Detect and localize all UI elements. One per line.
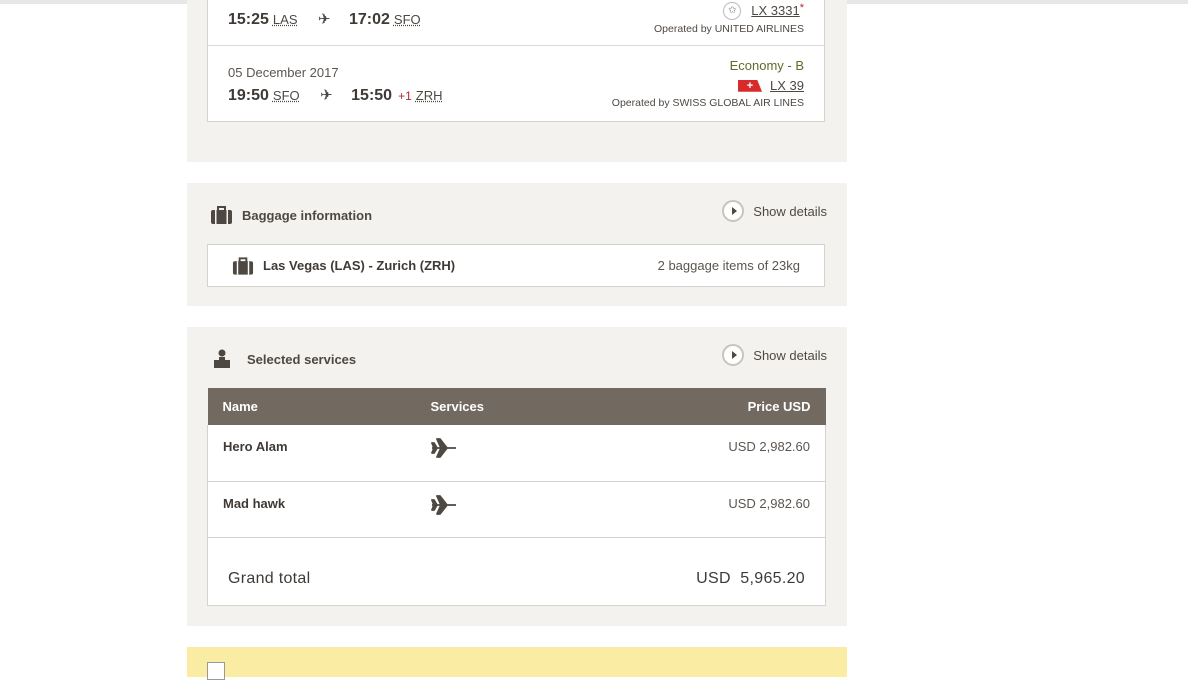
operated-by: Operated by SWISS GLOBAL AIR LINES: [611, 97, 804, 109]
price-cell: USD 2,982.60: [590, 481, 827, 538]
airplane-icon: [430, 438, 456, 458]
baggage-show-details-button[interactable]: Show details: [722, 200, 827, 222]
segment-times: 19:50 SFO ✈ 15:50 +1 ZRH: [228, 86, 442, 105]
airplane-icon: ✈: [317, 11, 331, 28]
baggage-item-box: Las Vegas (LAS) - Zurich (ZRH) 2 baggage…: [207, 244, 825, 287]
chevron-right-icon: [722, 344, 745, 366]
baggage-header: Baggage information: [210, 203, 372, 227]
segment-carrier: Economy - B + LX 39 Operated by SWISS GLO…: [612, 58, 804, 109]
departure-time: 19:50: [228, 87, 269, 104]
airplane-icon: ✈: [320, 87, 333, 104]
grand-total-label: Grand total: [228, 570, 311, 587]
services-title: Selected services: [247, 351, 357, 367]
codeshare-asterisk: *: [799, 2, 804, 14]
flight-number-link[interactable]: LX 3331: [751, 3, 799, 18]
grand-total-value: USD 5,965.20: [696, 570, 805, 587]
baggage-panel: Baggage information Show details Las Veg…: [187, 183, 847, 306]
service-cell: [415, 481, 591, 538]
services-table: Name Services Price USD Hero Alam USD 2,…: [207, 388, 827, 538]
selected-services-panel: Selected services Show details Name Serv…: [187, 327, 847, 626]
passenger-name: Hero Alam: [207, 425, 416, 482]
flight-segment-las-sfo: 15:25 LAS ✈ 17:02 SFO ✩ LX 3331* Operated b…: [208, 0, 824, 46]
arrival-airport[interactable]: ZRH: [416, 88, 443, 103]
baggage-title: Baggage information: [242, 207, 373, 223]
show-details-label: Show details: [753, 347, 827, 363]
show-details-label: Show details: [753, 203, 827, 219]
cabin-class: Economy - B: [729, 58, 804, 73]
departure-airport[interactable]: LAS: [273, 12, 298, 27]
arrival-time: 17:02: [348, 11, 390, 28]
segment-times: 15:25 LAS ✈ 17:02 SFO: [228, 10, 421, 29]
departure-time: 15:25: [228, 11, 269, 28]
price-cell: USD 2,982.60: [590, 425, 827, 482]
column-header-name: Name: [207, 388, 416, 425]
table-header-row: Name Services Price USD: [207, 388, 826, 425]
flight-number-link[interactable]: LX 39: [770, 78, 804, 93]
flight-itinerary-panel: 15:25 LAS ✈ 17:02 SFO ✩ LX 3331* Operated b…: [187, 0, 847, 162]
column-header-price: Price USD: [590, 388, 826, 425]
operated-by: Operated by UNITED AIRLINES: [654, 23, 804, 35]
chevron-right-icon: [722, 200, 745, 222]
services-header: Selected services: [214, 347, 356, 371]
suitcase-icon: [210, 206, 233, 224]
table-row: Mad hawk USD 2,982.60: [207, 481, 827, 538]
swiss-flag-icon: +: [738, 79, 763, 92]
flight-date: 05 December 2017: [228, 65, 339, 80]
notice-panel: [187, 647, 847, 680]
service-cell: [415, 425, 591, 482]
passenger-name: Mad hawk: [207, 481, 416, 538]
arrival-airport[interactable]: SFO: [394, 12, 421, 27]
baggage-route: Las Vegas (LAS) - Zurich (ZRH): [263, 258, 456, 273]
day-offset: +1: [398, 89, 412, 103]
terms-checkbox[interactable]: [207, 662, 225, 680]
departure-airport[interactable]: SFO: [273, 88, 300, 103]
services-show-details-button[interactable]: Show details: [722, 344, 827, 366]
flight-segments-box: 15:25 LAS ✈ 17:02 SFO ✩ LX 3331* Operated b…: [207, 0, 825, 122]
table-row: Hero Alam USD 2,982.60: [207, 425, 827, 482]
segment-carrier: ✩ LX 3331* Operated by UNITED AIRLINES: [654, 2, 804, 35]
flight-segment-sfo-zrh: 05 December 2017 19:50 SFO ✈ 15:50 +1 ZRH E…: [208, 45, 824, 121]
passenger-icon: [214, 349, 230, 369]
star-alliance-icon: ✩: [723, 2, 742, 20]
baggage-allowance: 2 baggage items of 23kg: [657, 258, 800, 273]
column-header-services: Services: [415, 388, 591, 425]
airplane-icon: [430, 494, 456, 515]
grand-total-row: Grand total USD 5,965.20: [207, 538, 826, 606]
arrival-time: 15:50: [351, 87, 393, 104]
suitcase-icon: [232, 256, 254, 275]
